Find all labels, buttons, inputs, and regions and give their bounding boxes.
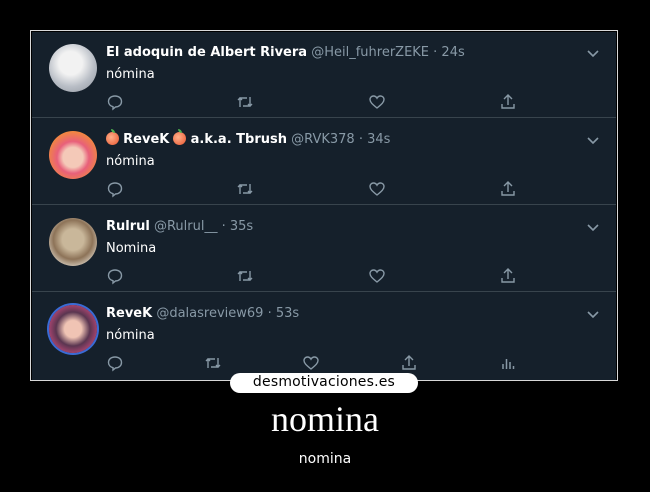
reply-icon[interactable] [106, 267, 124, 285]
brand-text: desmotivaciones.es [252, 374, 396, 390]
chevron-down-icon[interactable] [586, 133, 600, 147]
poster-frame: El adoquin de Albert Rivera @Heil_fuhrer… [30, 30, 618, 381]
peach-icon [106, 129, 119, 145]
share-icon[interactable] [400, 354, 418, 372]
user-handle[interactable]: @Heil_fuhrerZEKE [311, 45, 429, 60]
display-name[interactable]: Rulrul [106, 219, 150, 234]
share-icon[interactable] [499, 93, 517, 111]
display-name[interactable]: ReveK [123, 132, 169, 147]
brand-logo[interactable]: desmotivaciones.es [230, 373, 418, 393]
like-icon[interactable] [368, 267, 386, 285]
user-handle[interactable]: @RVK378 [291, 132, 355, 147]
tweet-item[interactable]: Rulrul @Rulrul__ · 35s Nomina [32, 206, 616, 292]
chevron-down-icon[interactable] [586, 46, 600, 60]
tweet-item[interactable]: ReveK @dalasreview69 · 53s nómina [32, 293, 616, 379]
chevron-down-icon[interactable] [586, 220, 600, 234]
retweet-icon[interactable] [236, 180, 254, 198]
tweet-header: ReveK a.k.a. Tbrush @RVK378 · 34s [106, 129, 391, 147]
user-handle[interactable]: @Rulrul__ [154, 219, 218, 234]
tweet-header: Rulrul @Rulrul__ · 35s [106, 219, 253, 234]
like-icon[interactable] [368, 180, 386, 198]
reply-icon[interactable] [106, 354, 124, 372]
tweet-actions [106, 93, 526, 111]
avatar[interactable] [49, 131, 97, 179]
tweet-header: ReveK @dalasreview69 · 53s [106, 306, 299, 321]
share-icon[interactable] [499, 180, 517, 198]
timestamp[interactable]: · 35s [222, 219, 254, 234]
retweet-icon[interactable] [236, 93, 254, 111]
share-icon[interactable] [499, 267, 517, 285]
tweet-text: Nomina [106, 241, 157, 256]
like-icon[interactable] [368, 93, 386, 111]
tweet-header: El adoquin de Albert Rivera @Heil_fuhrer… [106, 45, 465, 60]
avatar[interactable] [49, 305, 97, 353]
tweet-text: nómina [106, 154, 155, 169]
tweet-actions [106, 267, 526, 285]
display-name-suffix[interactable]: a.k.a. Tbrush [191, 132, 287, 147]
retweet-icon[interactable] [204, 354, 222, 372]
user-handle[interactable]: @dalasreview69 [156, 306, 263, 321]
peach-icon [173, 129, 187, 145]
timestamp[interactable]: · 34s [359, 132, 391, 147]
caption-title: nomina [271, 399, 379, 439]
tweet-actions [106, 180, 526, 198]
avatar[interactable] [49, 218, 97, 266]
tweet-item[interactable]: El adoquin de Albert Rivera @Heil_fuhrer… [32, 32, 616, 118]
tweet-text: nómina [106, 67, 155, 82]
like-icon[interactable] [302, 354, 320, 372]
chevron-down-icon[interactable] [586, 307, 600, 321]
tweet-text: nómina [106, 328, 155, 343]
reply-icon[interactable] [106, 180, 124, 198]
analytics-icon[interactable] [499, 354, 517, 372]
reply-icon[interactable] [106, 93, 124, 111]
tweet-actions [106, 354, 526, 372]
tweet-feed: El adoquin de Albert Rivera @Heil_fuhrer… [32, 32, 616, 380]
display-name[interactable]: ReveK [106, 306, 152, 321]
display-name[interactable]: El adoquin de Albert Rivera [106, 45, 307, 60]
tweet-item[interactable]: ReveK a.k.a. Tbrush @RVK378 · 34s nómina [32, 119, 616, 205]
timestamp[interactable]: · 53s [268, 306, 300, 321]
avatar[interactable] [49, 44, 97, 92]
retweet-icon[interactable] [236, 267, 254, 285]
timestamp[interactable]: · 24s [433, 45, 465, 60]
caption-subtitle: nomina [298, 451, 352, 467]
